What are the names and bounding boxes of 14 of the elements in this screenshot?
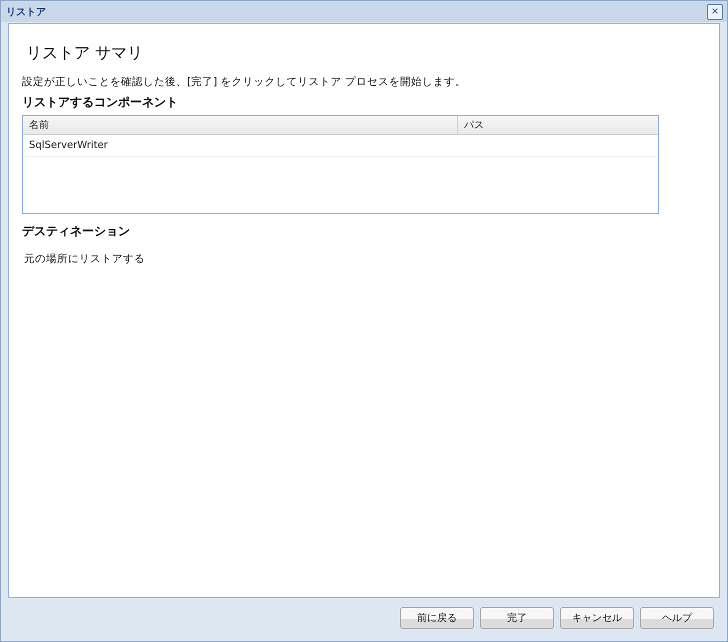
dialog-button[interactable]: 前に戻る bbox=[400, 606, 474, 628]
instruction-text: 設定が正しいことを確認した後、[完了] をクリックしてリストア プロセスを開始します。 bbox=[22, 75, 467, 89]
section-heading: リストアするコンポーネント bbox=[22, 94, 179, 111]
dialog-button[interactable]: 完了 bbox=[480, 606, 554, 628]
dialog-button[interactable]: ヘルプ bbox=[640, 606, 714, 628]
column-header[interactable]: 名前 bbox=[23, 116, 458, 134]
window-title: リストア bbox=[6, 6, 46, 18]
destination-text: 元の場所にリストアする bbox=[24, 252, 146, 266]
column-header[interactable]: パス bbox=[458, 116, 490, 134]
table-cell-text: SqlServerWriter bbox=[28, 140, 109, 151]
dialog-button[interactable]: キャンセル bbox=[560, 606, 634, 628]
page-heading: リストア サマリ bbox=[26, 43, 144, 64]
close-button[interactable]: × bbox=[707, 4, 723, 20]
section-heading: デスティネーション bbox=[22, 223, 131, 240]
